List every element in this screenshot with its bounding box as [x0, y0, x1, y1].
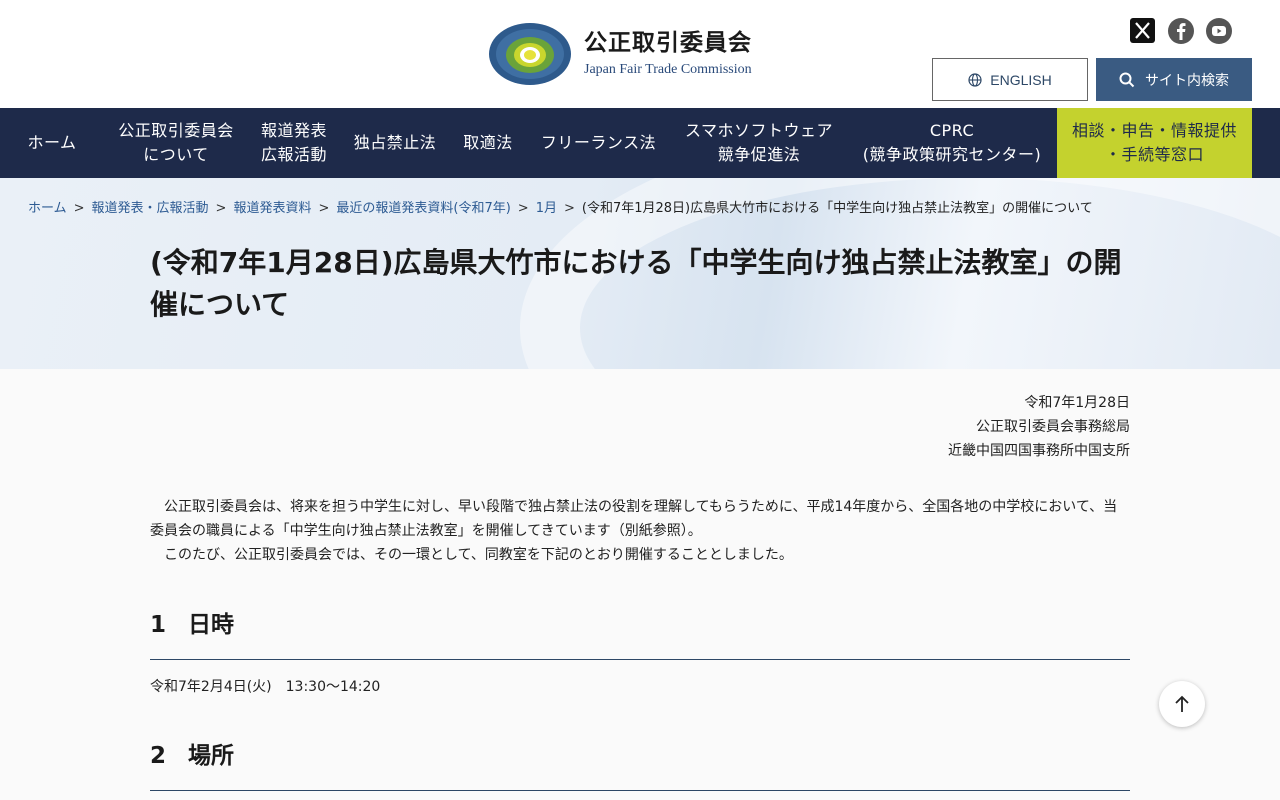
arrow-up-icon: [1175, 695, 1189, 712]
site-logo[interactable]: 公正取引委員会 Japan Fair Trade Commission: [488, 22, 752, 86]
release-org: 公正取引委員会事務総局: [976, 419, 1130, 435]
nav-press[interactable]: 報道発表 広報活動: [248, 108, 340, 178]
site-search-button[interactable]: サイト内検索: [1096, 58, 1252, 101]
section-title: 場所: [188, 743, 234, 769]
page-title: (令和7年1月28日)広島県大竹市における「中学生向け独占禁止法教室」の開催につ…: [150, 246, 1122, 321]
nav-about[interactable]: 公正取引委員会 について: [104, 108, 248, 178]
page-hero: ホーム > 報道発表・広報活動 > 報道発表資料 > 最近の報道発表資料(令和7年) >1月 >…: [0, 178, 1280, 369]
breadcrumb-recent[interactable]: 最近の報道発表資料(令和7年): [336, 201, 510, 216]
nav-freelance[interactable]: フリーランス法: [526, 108, 671, 178]
facebook-icon[interactable]: [1168, 18, 1194, 44]
breadcrumb-separator: >: [318, 201, 330, 216]
nav-consultation[interactable]: 相談・申告・情報提供 ・手続等窓口: [1057, 108, 1252, 178]
breadcrumb-month[interactable]: 1月: [536, 201, 557, 216]
globe-icon: [968, 72, 982, 87]
breadcrumb-separator: >: [215, 201, 227, 216]
back-to-top-button[interactable]: [1159, 681, 1205, 727]
nav-home[interactable]: ホーム: [0, 108, 104, 178]
jftc-emblem-icon: [489, 23, 571, 85]
release-branch: 近畿中国四国事務所中国支所: [948, 443, 1130, 459]
event-datetime: 令和7年2月4日(火) 13:30～14:20: [150, 679, 381, 695]
breadcrumb-press-materials[interactable]: 報道発表資料: [233, 201, 311, 216]
nav-smartphone[interactable]: スマホソフトウェア 競争促進法: [671, 108, 847, 178]
english-label: ENGLISH: [990, 71, 1052, 88]
nav-antimonopoly[interactable]: 独占禁止法: [340, 108, 450, 178]
breadcrumb: ホーム > 報道発表・広報活動 > 報道発表資料 > 最近の報道発表資料(令和7年) >1月 >…: [28, 199, 1093, 219]
breadcrumb-separator: >: [73, 201, 85, 216]
breadcrumb-separator: >: [517, 201, 529, 216]
section-heading-datetime: 1 日時: [150, 610, 1130, 660]
youtube-icon[interactable]: [1206, 18, 1232, 44]
site-header: 公正取引委員会 Japan Fair Trade Commission ENGL…: [0, 0, 1280, 108]
intro-paragraph: このたび、公正取引委員会では、その一環として、同教室を下記のとおり開催することと…: [164, 547, 793, 563]
section-number: 2: [150, 743, 167, 769]
intro-text: 公正取引委員会は、将来を担う中学生に対し、早い段階で独占禁止法の役割を理解しても…: [150, 495, 1130, 567]
section-title: 日時: [188, 612, 234, 638]
global-nav: ホーム 公正取引委員会 について 報道発表 広報活動 独占禁止法 取適法 フリーラン…: [0, 108, 1280, 178]
breadcrumb-press[interactable]: 報道発表・広報活動: [92, 201, 209, 216]
breadcrumb-separator: >: [563, 201, 575, 216]
breadcrumb-current: (令和7年1月28日)広島県大竹市における「中学生向け独占禁止法教室」の開催につ…: [581, 201, 1093, 216]
search-icon: [1119, 72, 1135, 87]
nav-cprc[interactable]: CPRC (競争政策研究センター): [847, 108, 1057, 178]
logo-title-ja: 公正取引委員会: [584, 30, 752, 56]
release-date: 令和7年1月28日: [1024, 395, 1130, 411]
intro-paragraph: 公正取引委員会は、将来を担う中学生に対し、早い段階で独占禁止法の役割を理解しても…: [150, 499, 1118, 539]
breadcrumb-home[interactable]: ホーム: [28, 201, 67, 216]
nav-subcontract[interactable]: 取適法: [450, 108, 526, 178]
section-number: 1: [150, 612, 167, 638]
search-label: サイト内検索: [1145, 72, 1229, 89]
section-heading-place: 2 場所: [150, 741, 1130, 791]
x-icon[interactable]: [1130, 18, 1155, 43]
logo-title-en: Japan Fair Trade Commission: [584, 62, 752, 77]
english-button[interactable]: ENGLISH: [932, 58, 1088, 101]
release-meta: 令和7年1月28日 公正取引委員会事務総局 近畿中国四国事務所中国支所: [150, 391, 1130, 463]
